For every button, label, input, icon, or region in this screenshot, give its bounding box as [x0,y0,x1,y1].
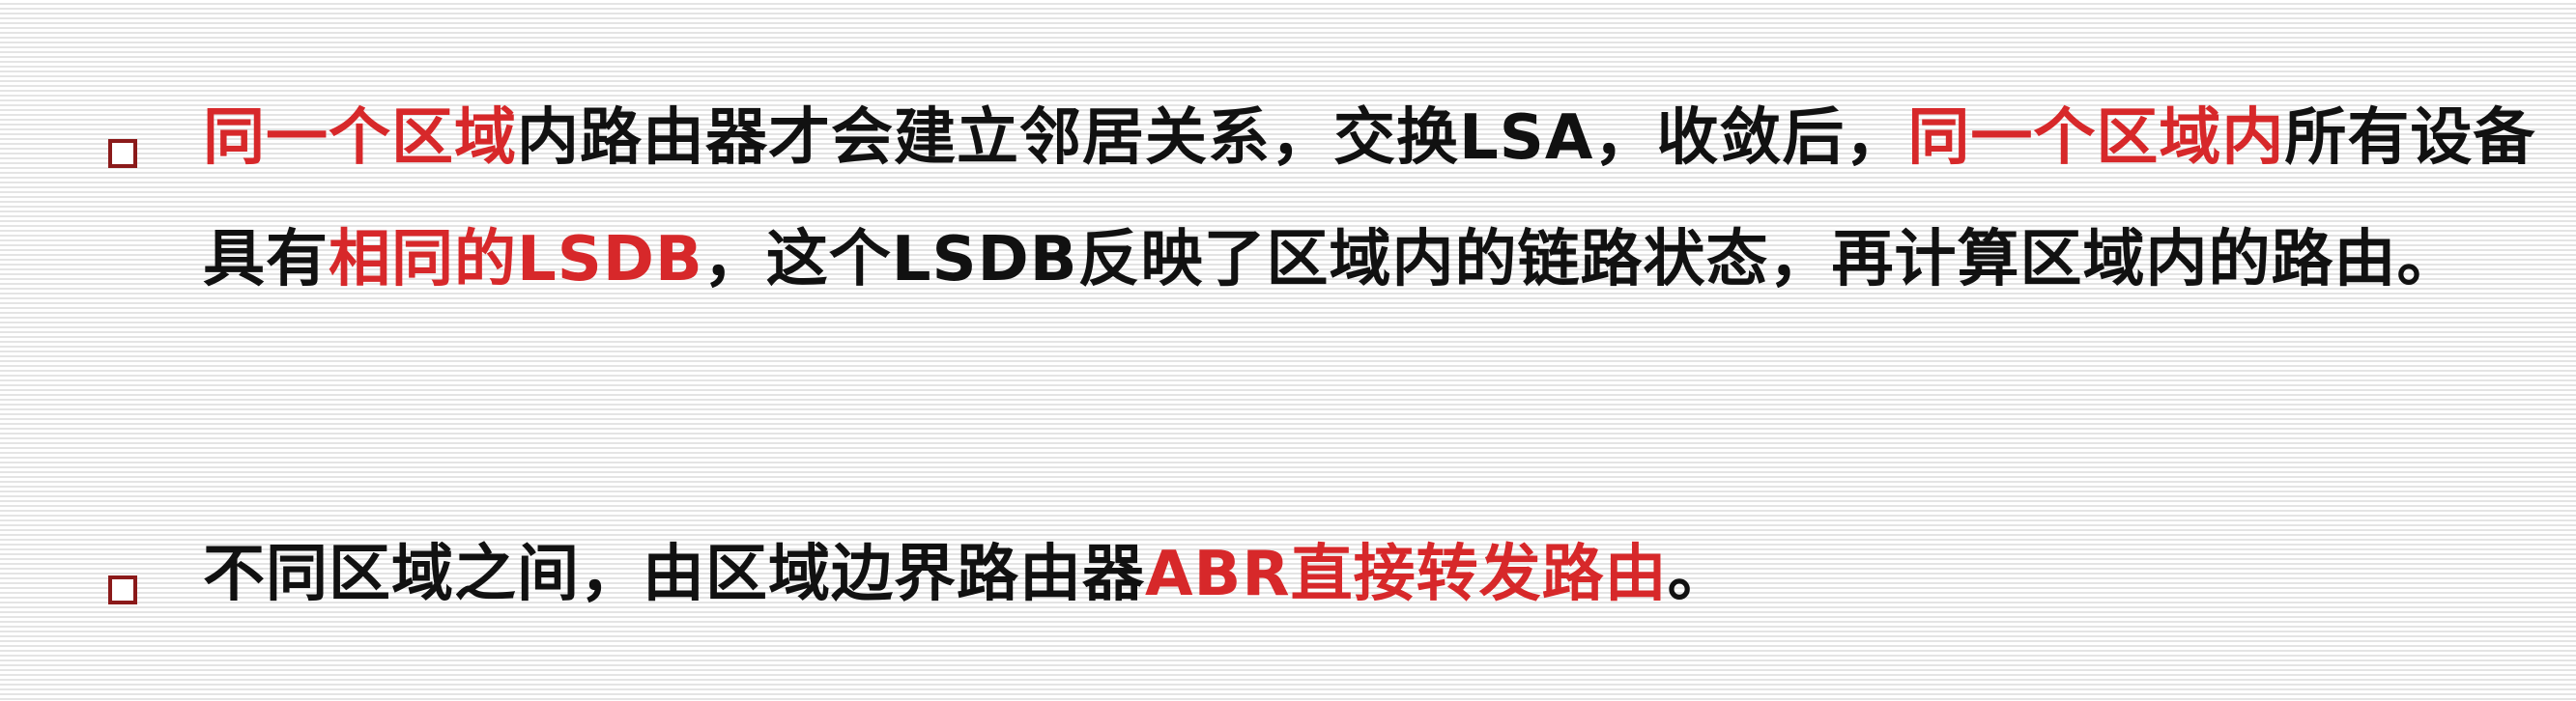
bullet-item-1: 同一个区域内路由器才会建立邻居关系，交换LSA，收敛后，同一个区域内所有设备具有… [97,102,2537,321]
text-period: 。 [1667,539,1731,610]
text-between-areas: 不同区域之间，由区域边界路由器 [203,539,1145,610]
bullet-text-2: 不同区域之间，由区域边界路由器ABR直接转发路由。 [203,514,2537,635]
bullet-item-2: 不同区域之间，由区域边界路由器ABR直接转发路由。 [97,539,2537,635]
slide: 同一个区域内路由器才会建立邻居关系，交换LSA，收敛后，同一个区域内所有设备具有… [0,0,2576,701]
hollow-square-bullet-icon [108,575,137,604]
highlight-same-area: 同一个区域 [203,102,517,174]
highlight-same-area-inner: 同一个区域内 [1907,102,2285,174]
text-neighbor-relation: 内路由器才会建立邻居关系，交换LSA，收敛后， [517,102,1908,174]
highlight-abr-forwarding: ABR直接转发路由 [1145,539,1668,610]
hollow-square-bullet-icon [108,139,137,168]
bullet-text-1: 同一个区域内路由器才会建立邻居关系，交换LSA，收敛后，同一个区域内所有设备具有… [203,77,2537,321]
text-lsdb-reflects: ，这个LSDB反映了区域内的链路状态，再计算区域内的路由。 [702,224,2460,295]
highlight-same-lsdb: 相同的LSDB [329,224,703,295]
